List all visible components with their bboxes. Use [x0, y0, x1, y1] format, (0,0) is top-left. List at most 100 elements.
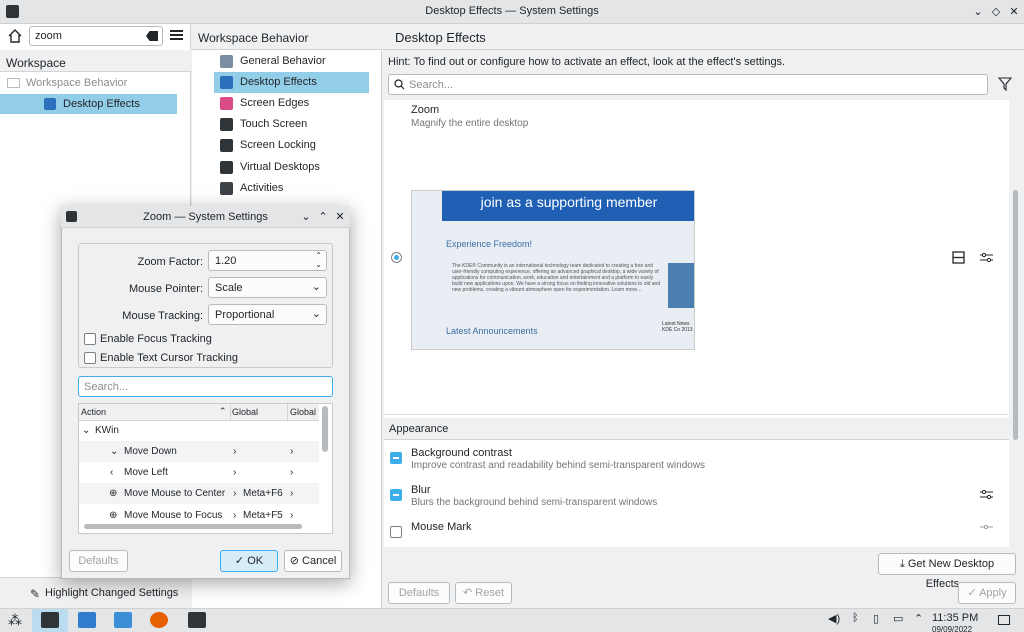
text-cursor-checkbox[interactable] [84, 352, 96, 364]
expand-arrow-icon[interactable]: › [233, 505, 236, 526]
tree-row-move-mouse-center[interactable]: ⊕ Move Mouse to Center › Meta+F6 › [79, 483, 319, 504]
sort-chevron-icon: ⌃ [219, 406, 227, 416]
display-icon[interactable]: ▭ [893, 612, 903, 625]
tree-group-kwin[interactable]: ⌄ KWin [79, 420, 319, 441]
check-icon: ✓ [234, 555, 248, 567]
preview-paragraph: The KDE® Community is an international t… [452, 263, 661, 293]
sidebar-item-workspace-behavior[interactable]: Workspace Behavior [0, 73, 177, 93]
hamburger-menu-icon[interactable] [170, 30, 183, 40]
sidebar-item-desktop-effects[interactable]: Desktop Effects [0, 94, 177, 114]
mouse-pointer-select[interactable]: Scale ⌄ [208, 277, 327, 298]
mouse-tracking-value: Proportional [215, 309, 275, 321]
zoom-radio[interactable] [391, 252, 402, 263]
expand-arrow-icon[interactable]: › [290, 483, 293, 504]
tray-expand-icon[interactable]: ⌃ [914, 612, 923, 625]
activities-icon [220, 182, 233, 195]
terminal-icon[interactable] [188, 612, 206, 628]
expand-arrow-icon[interactable]: › [290, 462, 293, 483]
category-screen-edges[interactable]: Screen Edges [214, 93, 369, 114]
clock-date[interactable]: 09/09/2022 [932, 625, 972, 632]
tree-row-move-mouse-focus[interactable]: ⊕ Move Mouse to Focus › Meta+F5 › [79, 505, 319, 526]
scrollbar-thumb[interactable] [1013, 190, 1018, 440]
firefox-icon[interactable] [150, 612, 168, 628]
defaults-label: Defaults [78, 555, 119, 567]
tree-horizontal-scrollbar[interactable] [84, 524, 302, 529]
panel-defaults-button[interactable]: Defaults [388, 582, 450, 604]
ok-label: OK [247, 555, 264, 567]
reset-button[interactable]: ↶ Reset [455, 582, 512, 604]
expand-arrow-icon[interactable]: › [290, 505, 293, 526]
effect-description: Improve contrast and readability behind … [411, 460, 706, 471]
cancel-button[interactable]: ⊘ Cancel [284, 550, 342, 572]
dialog-close-button[interactable]: ✕ [332, 209, 348, 225]
sidebar-search-input[interactable]: zoom [29, 26, 163, 46]
effect-name: Background contrast [411, 447, 512, 459]
show-desktop-icon[interactable] [998, 615, 1010, 625]
clock-time[interactable]: 11:35 PM [932, 612, 978, 624]
effect-name: Blur [411, 484, 431, 496]
ok-button[interactable]: ✓ OK [220, 550, 278, 572]
column-action[interactable]: Action [81, 407, 106, 417]
column-global-alt[interactable]: Global A [290, 407, 318, 417]
tree-row-move-down[interactable]: ⌄ Move Down › › [79, 441, 319, 462]
zoom-factor-spinbox[interactable]: 1.20 ⌃ ⌄ [208, 250, 327, 271]
home-icon[interactable] [8, 29, 22, 43]
workspace-icon [7, 78, 20, 88]
column-global[interactable]: Global [232, 407, 258, 417]
save-icon[interactable] [952, 251, 965, 264]
close-button[interactable]: ✕ [1006, 4, 1022, 20]
get-new-effects-button[interactable]: ⤓ Get New Desktop Effects... [878, 553, 1016, 590]
arrow-left-icon: ‹ [110, 467, 114, 478]
focus-tracking-checkbox[interactable] [84, 333, 96, 345]
effects-scrollbar[interactable] [1011, 100, 1020, 547]
category-screen-locking[interactable]: Screen Locking [214, 135, 369, 156]
configure-icon[interactable] [980, 489, 993, 500]
desktop-effects-icon [220, 76, 233, 89]
blur-checkbox[interactable] [390, 489, 402, 501]
mouse-mark-checkbox[interactable] [390, 526, 402, 538]
apply-button[interactable]: ✓ Apply [958, 582, 1016, 604]
category-label: Activities [240, 182, 284, 194]
expand-arrow-icon[interactable]: › [233, 462, 236, 483]
expand-arrow-icon[interactable]: › [290, 441, 293, 462]
clear-icon[interactable] [146, 31, 158, 41]
tree-row-move-left[interactable]: ‹ Move Left › › [79, 462, 319, 483]
shortcut-search-input[interactable]: Search... [78, 376, 333, 397]
category-desktop-effects[interactable]: Desktop Effects [214, 72, 369, 93]
category-activities[interactable]: Activities [214, 178, 369, 199]
configure-icon[interactable] [980, 522, 993, 533]
maximize-button[interactable]: ◇ [988, 4, 1004, 20]
highlight-changed-settings-button[interactable]: ✎ Highlight Changed Settings [0, 577, 191, 608]
background-contrast-checkbox[interactable] [390, 452, 402, 464]
effects-search-input[interactable]: Search... [388, 74, 988, 95]
expand-arrow-icon[interactable]: › [233, 483, 236, 504]
spin-arrows-icon[interactable]: ⌃ ⌄ [315, 251, 322, 269]
tree-vertical-scrollbar[interactable] [322, 406, 328, 452]
volume-icon[interactable]: ◀) [828, 612, 840, 625]
discover-icon[interactable] [78, 612, 96, 628]
system-settings-task-icon[interactable] [41, 612, 59, 628]
screen-edges-icon [220, 97, 233, 110]
preview-banner: join as a supporting member [442, 191, 694, 221]
mouse-tracking-select[interactable]: Proportional ⌄ [208, 304, 327, 325]
app-launcher-icon[interactable]: ⁂ [8, 612, 22, 629]
dialog-minimize-button[interactable]: ⌄ [298, 209, 314, 225]
defaults-label: Defaults [398, 587, 440, 599]
category-general-behavior[interactable]: General Behavior [214, 51, 369, 72]
virtual-desktops-icon [220, 161, 233, 174]
action-label: Move Left [124, 467, 168, 478]
reset-label: Reset [475, 587, 505, 599]
app-icon [6, 5, 19, 18]
category-virtual-desktops[interactable]: Virtual Desktops [214, 157, 369, 178]
file-manager-icon[interactable] [114, 612, 132, 628]
category-touch-screen[interactable]: Touch Screen [214, 114, 369, 135]
tree-header: Action ⌃ Global Global A [79, 404, 319, 421]
configure-icon[interactable] [980, 252, 993, 263]
dialog-defaults-button[interactable]: Defaults [69, 550, 128, 572]
dialog-maximize-button[interactable]: ⌃ [315, 209, 331, 225]
minimize-button[interactable]: ⌄ [970, 4, 986, 20]
filter-icon[interactable] [998, 77, 1012, 91]
bluetooth-icon[interactable]: ᛒ [852, 612, 859, 624]
usb-icon[interactable]: ▯ [873, 612, 879, 625]
expand-arrow-icon[interactable]: › [233, 441, 236, 462]
